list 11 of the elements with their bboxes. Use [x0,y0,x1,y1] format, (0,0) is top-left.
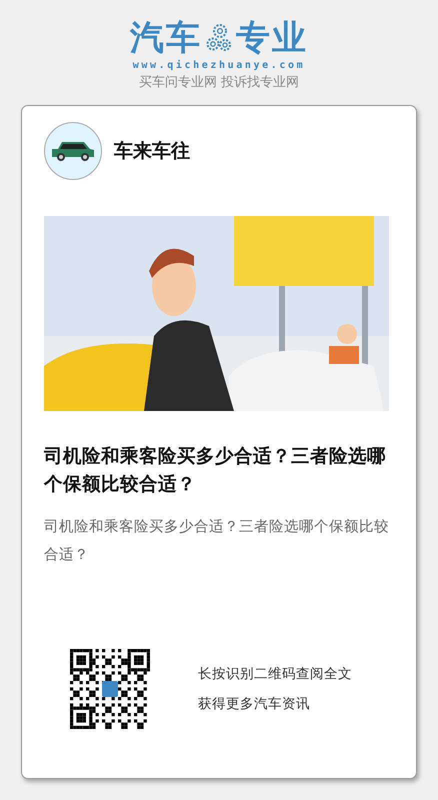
qr-caption: 获得更多汽车资讯 [198,695,311,713]
logo-text: 专业 [236,18,308,58]
car-icon [50,140,96,162]
qr-caption: 长按识别二维码查阅全文 [198,665,352,683]
slogan: 买车问专业网 投诉找专业网 [138,74,300,91]
article-title: 司机险和乘客险买多少合适？三者险选哪个保额比较合适？ [44,444,387,497]
article-summary: 司机险和乘客险买多少合适？三者险选哪个保额比较合适？ [44,518,390,565]
site-url: www.qichezhuanye.com [132,60,306,71]
author-name: 车来车往 [114,139,190,164]
gears-icon [206,23,232,53]
logo-text: 汽车 [130,18,202,58]
